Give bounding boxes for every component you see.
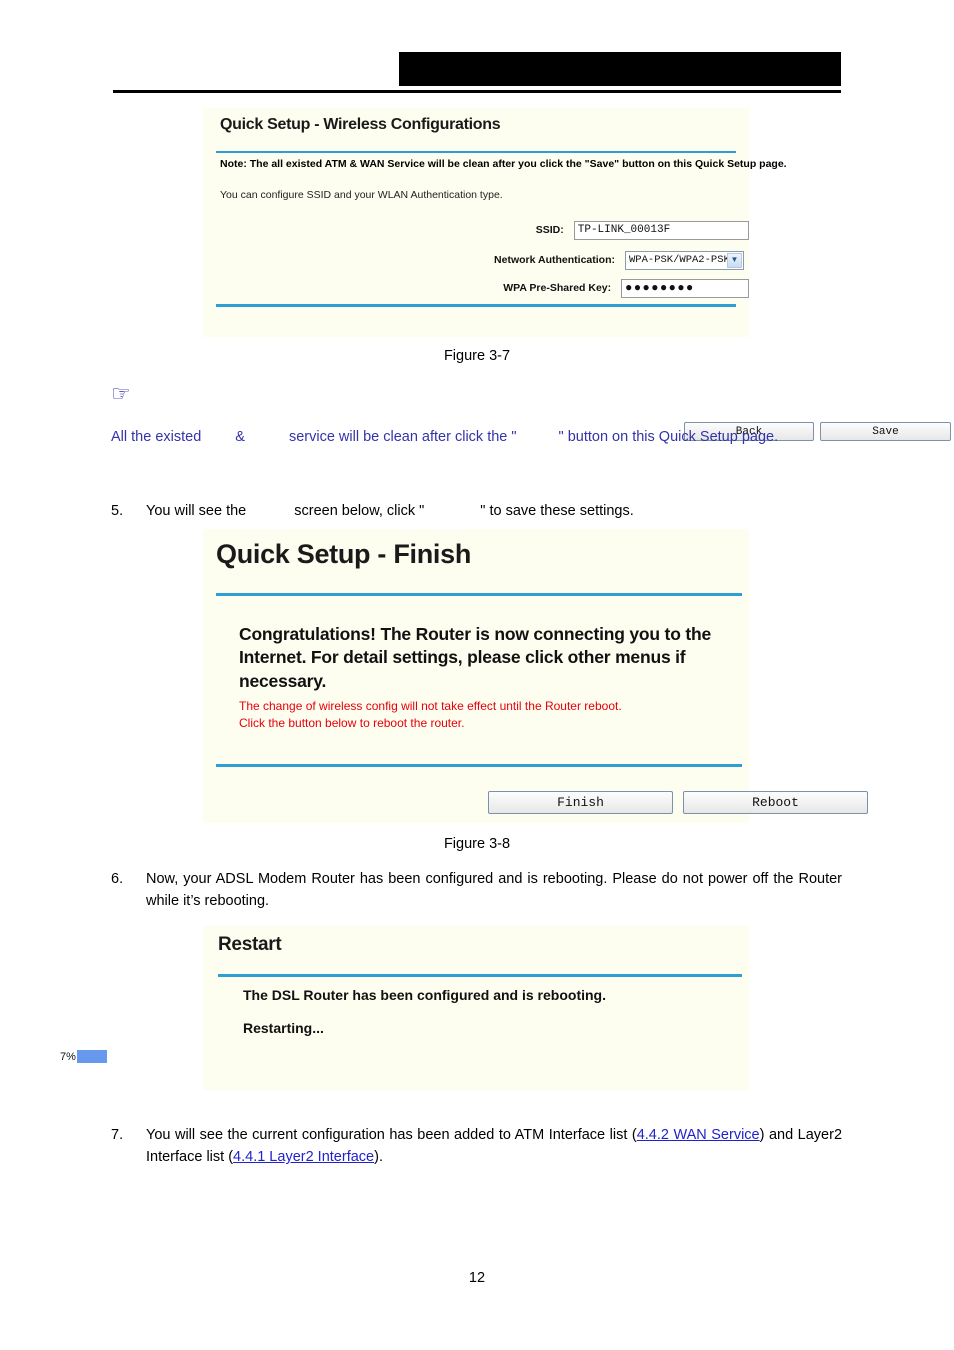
finish-divider-bottom — [216, 764, 742, 767]
item7-text-before: You will see the current configuration h… — [146, 1127, 637, 1143]
item5-text-2: screen below, click " — [294, 503, 425, 519]
network-authentication-label: Network Authentication: — [494, 254, 615, 266]
wireless-configurations-panel: Quick Setup - Wireless Configurations No… — [203, 108, 951, 441]
list-item-5: 5. You will see the screen below, click "… — [111, 500, 842, 522]
list-item-7: 7. You will see the current configuratio… — [111, 1124, 842, 1168]
network-authentication-value: WPA-PSK/WPA2-PSK — [629, 254, 730, 266]
reboot-button[interactable]: Reboot — [683, 791, 868, 814]
reboot-warning-line-2: Click the button below to reboot the rou… — [239, 716, 465, 731]
congratulations-text: Congratulations! The Router is now conne… — [239, 624, 711, 691]
form-row-wpa-key: WPA Pre-Shared Key: ●●●●●●●● — [203, 276, 749, 300]
note-text-part-1: All the existed — [111, 429, 202, 445]
note-text-part-3: service will be clean after click the " — [288, 429, 517, 445]
list-item-7-number: 7. — [111, 1127, 124, 1143]
pointing-hand-icon: ☞ — [111, 381, 131, 406]
item5-text-3: " to save these settings. — [480, 503, 634, 519]
panel-title-finish: Quick Setup - Finish — [216, 539, 472, 569]
finish-divider-top — [216, 593, 742, 596]
ssid-input[interactable]: TP-LINK_00013F — [573, 220, 749, 240]
link-layer2-interface[interactable]: 4.4.1 Layer2 Interface — [233, 1149, 374, 1165]
form-row-network-authentication: Network Authentication: WPA-PSK/WPA2-PSK… — [203, 248, 749, 272]
panel-title-wireless: Quick Setup - Wireless Configurations — [220, 116, 501, 133]
note-text-part-2: & — [235, 429, 245, 445]
finish-button[interactable]: Finish — [488, 791, 673, 814]
panel-divider-bottom — [216, 304, 736, 307]
progress-bar-fill — [76, 1050, 107, 1063]
wpa-pre-shared-key-input[interactable]: ●●●●●●●● — [621, 278, 749, 298]
panel-title-restart: Restart — [218, 934, 282, 955]
link-wan-service[interactable]: 4.4.2 WAN Service — [637, 1127, 760, 1143]
restarting-text: Restarting... — [243, 1020, 324, 1036]
list-item-7-body: You will see the current configuration h… — [146, 1124, 842, 1168]
note-paragraph: All the existed & service will be clean af… — [111, 426, 842, 448]
figure-caption-3-7: Figure 3-7 — [443, 348, 511, 364]
wireless-note-text: Note: The all existed ATM & WAN Service … — [220, 158, 787, 170]
ssid-label: SSID: — [535, 224, 564, 236]
form-row-ssid: SSID: TP-LINK_00013F — [203, 218, 749, 242]
quick-setup-finish-panel: Quick Setup - Finish Congratulations! Th… — [203, 529, 868, 823]
list-item-5-body: You will see the screen below, click " " t… — [146, 500, 842, 522]
list-item-6: 6. Now, your ADSL Modem Router has been … — [111, 868, 842, 912]
network-authentication-select[interactable]: WPA-PSK/WPA2-PSK ▼ — [625, 250, 744, 270]
item5-text-1: You will see the — [146, 503, 247, 519]
list-item-6-body: Now, your ADSL Modem Router has been con… — [146, 871, 842, 910]
document-page: Quick Setup - Wireless Configurations No… — [0, 0, 954, 1350]
progress-percent-label: 7% — [60, 1050, 76, 1063]
list-item-5-number: 5. — [111, 503, 124, 519]
restart-divider — [218, 974, 742, 977]
page-header — [113, 50, 841, 94]
restart-status-text: The DSL Router has been configured and i… — [243, 987, 606, 1003]
reboot-warning-line-1: The change of wireless config will not t… — [239, 699, 622, 713]
page-number: 12 — [468, 1270, 486, 1286]
item7-text-after: ). — [374, 1149, 383, 1166]
note-text-part-4: " button on this Quick Setup page. — [558, 429, 779, 445]
header-divider — [113, 90, 841, 93]
header-redacted-block — [399, 52, 841, 86]
reboot-warning-text: The change of wireless config will not t… — [239, 698, 729, 733]
list-item-6-number: 6. — [111, 871, 124, 887]
wireless-description-text: You can configure SSID and your WLAN Aut… — [220, 189, 503, 201]
panel-divider-top — [216, 151, 736, 153]
restart-panel: Restart The DSL Router has been configur… — [203, 926, 749, 1090]
figure-caption-3-8: Figure 3-8 — [443, 836, 511, 852]
restart-progress: 7% — [60, 1050, 107, 1063]
wpa-pre-shared-key-label: WPA Pre-Shared Key: — [503, 282, 612, 294]
chevron-down-icon[interactable]: ▼ — [727, 252, 742, 268]
